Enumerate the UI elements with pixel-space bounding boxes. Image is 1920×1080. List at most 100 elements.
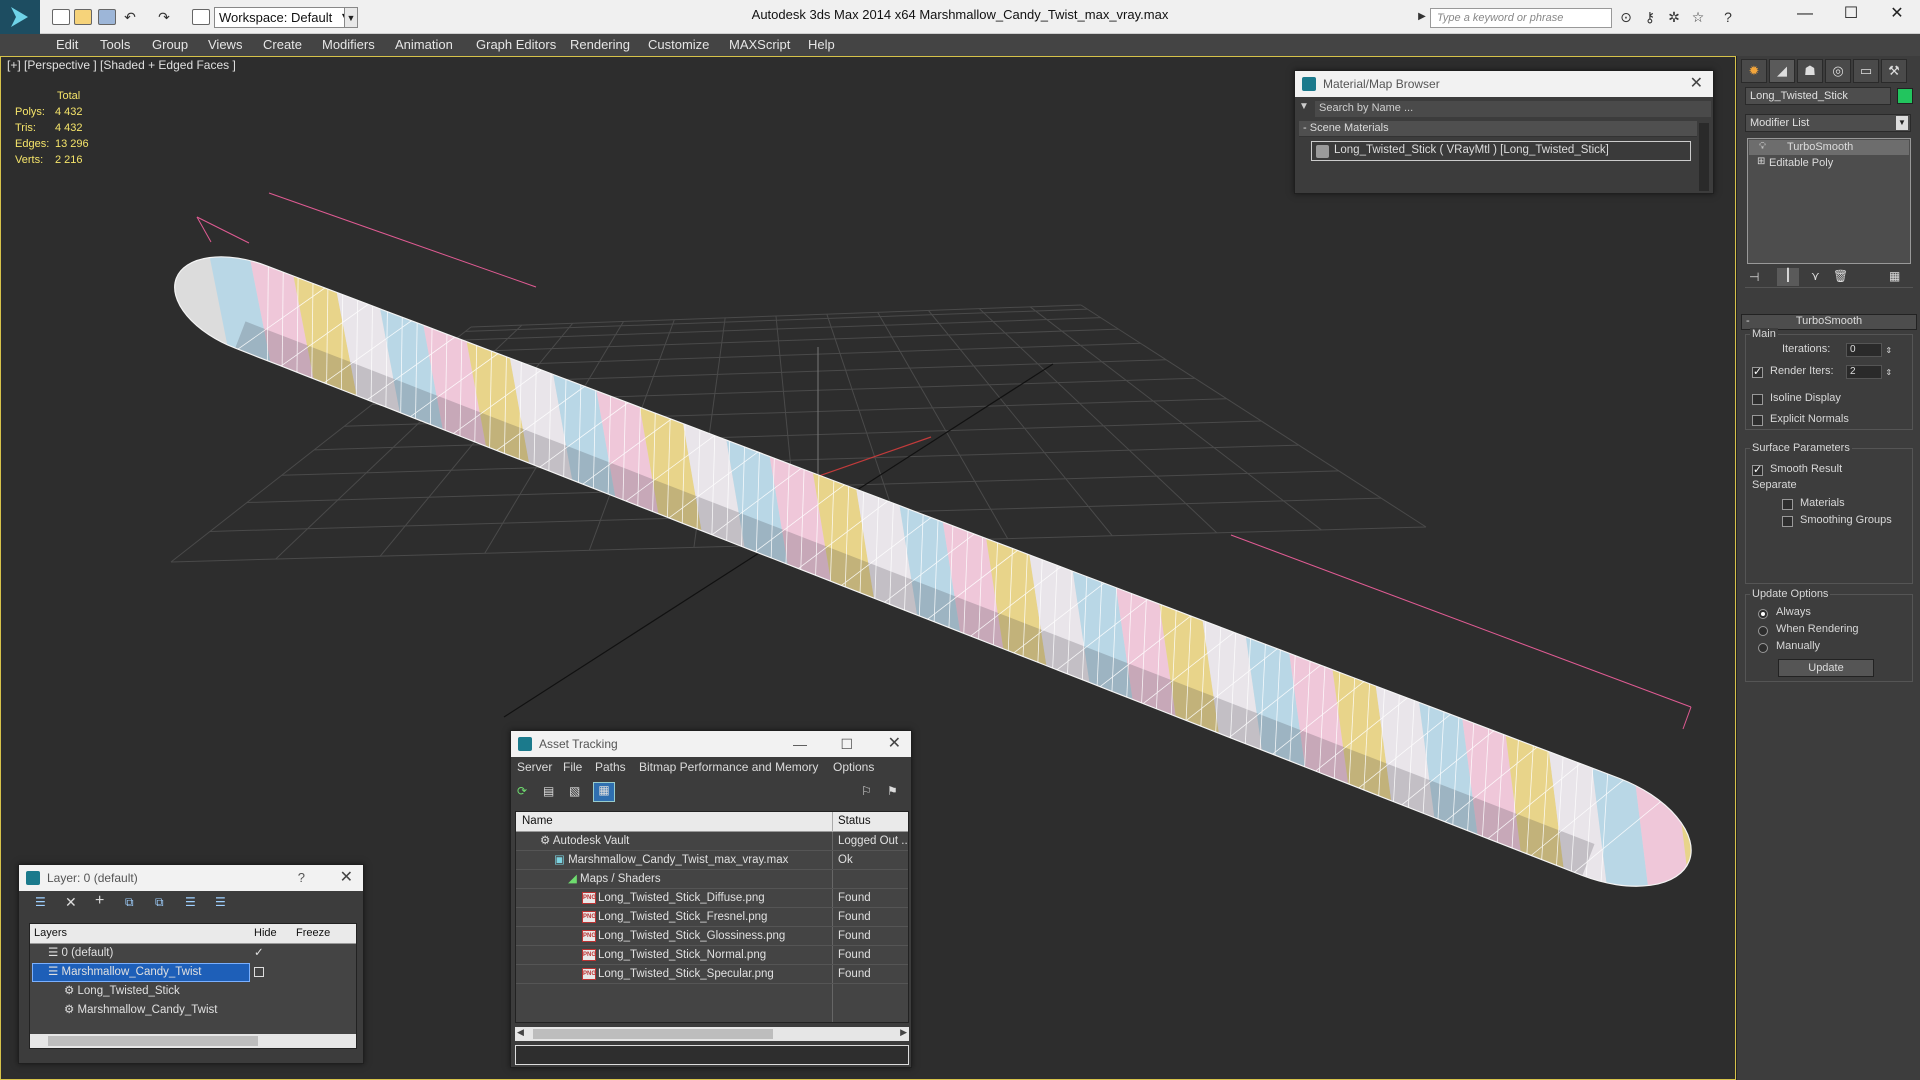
display-tab-icon[interactable]: ▭ [1853,59,1879,83]
col-layers[interactable]: Layers [34,927,67,939]
asset-menu-file[interactable]: File [563,760,582,774]
redo-icon[interactable]: ↷ [156,9,172,25]
lightbulb-icon[interactable]: 💡︎ [1759,141,1766,152]
smoothing-groups-checkbox[interactable] [1782,514,1798,528]
update-button[interactable]: Update [1778,659,1874,677]
isoline-display-checkbox[interactable] [1752,392,1768,406]
menu-graph-editors[interactable]: Graph Editors [476,37,556,52]
menu-help[interactable]: Help [808,37,835,52]
asset-menu-server[interactable]: Server [517,760,552,774]
close-icon[interactable]: ✕ [888,731,901,757]
maximize-button[interactable]: ☐ [840,731,853,757]
asset-row[interactable]: PNG Long_Twisted_Stick_Normal.png Found [516,946,908,965]
motion-tab-icon[interactable]: ◎ [1825,59,1851,83]
material-browser-titlebar[interactable]: Material/Map Browser ✕ [1295,71,1713,97]
asset-path-field[interactable] [515,1045,909,1065]
explicit-normals-checkbox[interactable] [1752,413,1768,427]
menu-animation[interactable]: Animation [395,37,453,52]
col-hide[interactable]: Hide [254,927,277,939]
minimize-button[interactable]: — [793,731,807,757]
freeze-all-icon[interactable]: ☰ [215,895,226,909]
smooth-result-checkbox[interactable] [1752,463,1768,477]
materials-checkbox[interactable] [1782,497,1798,511]
material-browser-scrollbar[interactable] [1699,123,1709,191]
menu-customize[interactable]: Customize [648,37,709,52]
asset-menu-options[interactable]: Options [833,760,874,774]
col-name[interactable]: Name [522,815,553,827]
highlight-layer-icon[interactable]: ⧉ [155,895,164,910]
material-search-input[interactable]: Search by Name ... [1315,101,1711,117]
vault-connect-icon[interactable]: ⚐ [861,784,872,798]
stack-item-turbosmooth[interactable]: 💡︎ TurboSmooth [1749,140,1909,155]
menu-modifiers[interactable]: Modifiers [322,37,375,52]
asset-row[interactable]: ◢ Maps / Shaders [516,870,908,889]
layer-row[interactable]: ☰ Marshmallow_Candy_Twist [30,963,356,982]
delete-layer-icon[interactable]: ✕ [65,894,77,911]
object-name-field[interactable]: Long_Twisted_Stick [1745,87,1891,105]
material-item[interactable]: Long_Twisted_Stick ( VRayMtl ) [Long_Twi… [1311,141,1691,161]
hierarchy-tab-icon[interactable]: ☗ [1797,59,1823,83]
search-input[interactable]: Type a keyword or phrase [1430,8,1612,28]
show-end-result-icon[interactable]: ┃ [1777,268,1799,286]
minimize-button[interactable]: — [1782,0,1828,30]
select-objects-icon[interactable]: ⧉ [125,895,134,910]
project-folder-icon[interactable] [192,9,210,25]
scroll-right-icon[interactable]: ▶ [900,1027,907,1038]
open-file-icon[interactable] [74,9,92,25]
binoculars-icon[interactable]: ⊙ [1618,9,1634,25]
asset-tracking-titlebar[interactable]: Asset Tracking — ☐ ✕ [511,731,911,757]
asset-row[interactable]: ▣ Marshmallow_Candy_Twist_max_vray.max Ok [516,851,908,870]
col-status[interactable]: Status [838,815,871,827]
render-iters-checkbox[interactable] [1752,365,1768,379]
modifier-list-dropdown[interactable]: Modifier List ▼ [1745,114,1911,132]
thumbnail-view-icon[interactable]: ▧ [569,784,580,798]
utilities-tab-icon[interactable]: ⚒ [1881,59,1907,83]
asset-row[interactable]: PNG Long_Twisted_Stick_Specular.png Found [516,965,908,984]
workspace-dropdown[interactable]: Workspace: Default ▼ [214,7,354,28]
key-icon[interactable]: ⚷ [1642,9,1658,25]
layer-window-titlebar[interactable]: Layer: 0 (default) ? ✕ [19,865,363,891]
asset-row[interactable]: PNG Long_Twisted_Stick_Fresnel.png Found [516,908,908,927]
asset-horizontal-scrollbar[interactable]: ◀ ▶ [515,1027,909,1041]
communication-icon[interactable]: ✲ [1666,9,1682,25]
list-view-icon[interactable]: ▤ [543,784,554,798]
menu-rendering[interactable]: Rendering [570,37,630,52]
layer-row[interactable]: ⚙ Long_Twisted_Stick [30,982,356,1001]
render-iters-spinner[interactable]: 2 ⇕ [1846,364,1892,379]
menu-edit[interactable]: Edit [56,37,78,52]
iterations-spinner[interactable]: 0 ⇕ [1846,342,1892,357]
help-icon[interactable]: ? [298,865,305,891]
object-color-swatch[interactable] [1897,88,1913,104]
modify-tab-icon[interactable]: ◢ [1769,59,1795,83]
hide-all-icon[interactable]: ☰ [185,895,196,909]
menu-views[interactable]: Views [208,37,242,52]
asset-row[interactable]: PNG Long_Twisted_Stick_Diffuse.png Found [516,889,908,908]
layer-horizontal-scrollbar[interactable] [30,1034,356,1048]
favorites-star-icon[interactable]: ☆ [1690,9,1706,25]
save-file-icon[interactable] [98,9,116,25]
app-logo-icon[interactable] [0,0,40,34]
menu-group[interactable]: Group [152,37,188,52]
layer-row[interactable]: ☰ 0 (default) ✓ [30,944,356,963]
col-freeze[interactable]: Freeze [296,927,330,939]
refresh-icon[interactable]: ⟳ [517,784,527,798]
quick-access-dropdown[interactable]: ▼ [344,7,358,28]
configure-modifier-sets-icon[interactable]: ▦ [1889,269,1900,283]
asset-menu-bitmap-performance[interactable]: Bitmap Performance and Memory [639,760,818,774]
when-rendering-radio[interactable] [1758,623,1773,637]
layer-row[interactable]: ⚙ Marshmallow_Candy_Twist [30,1001,356,1020]
scene-materials-header[interactable]: - Scene Materials [1299,121,1697,137]
asset-row[interactable]: ⚙ Autodesk Vault Logged Out .. [516,832,908,851]
table-view-icon[interactable]: ▦ [593,782,615,802]
vault-help-icon[interactable]: ⚑ [887,784,898,798]
viewport-label[interactable]: [+] [Perspective ] [Shaded + Edged Faces… [7,58,236,72]
close-icon[interactable]: ✕ [1690,71,1703,97]
pin-stack-icon[interactable]: ⊣ [1749,270,1759,284]
menu-maxscript[interactable]: MAXScript [729,37,790,52]
active-layer-check-icon[interactable]: ✓ [254,944,264,963]
new-file-icon[interactable] [52,9,70,25]
create-layer-icon[interactable]: ☰ [35,895,46,909]
manually-radio[interactable] [1758,640,1773,654]
filter-icon[interactable]: ▼ [1299,101,1311,115]
asset-menu-paths[interactable]: Paths [595,760,626,774]
